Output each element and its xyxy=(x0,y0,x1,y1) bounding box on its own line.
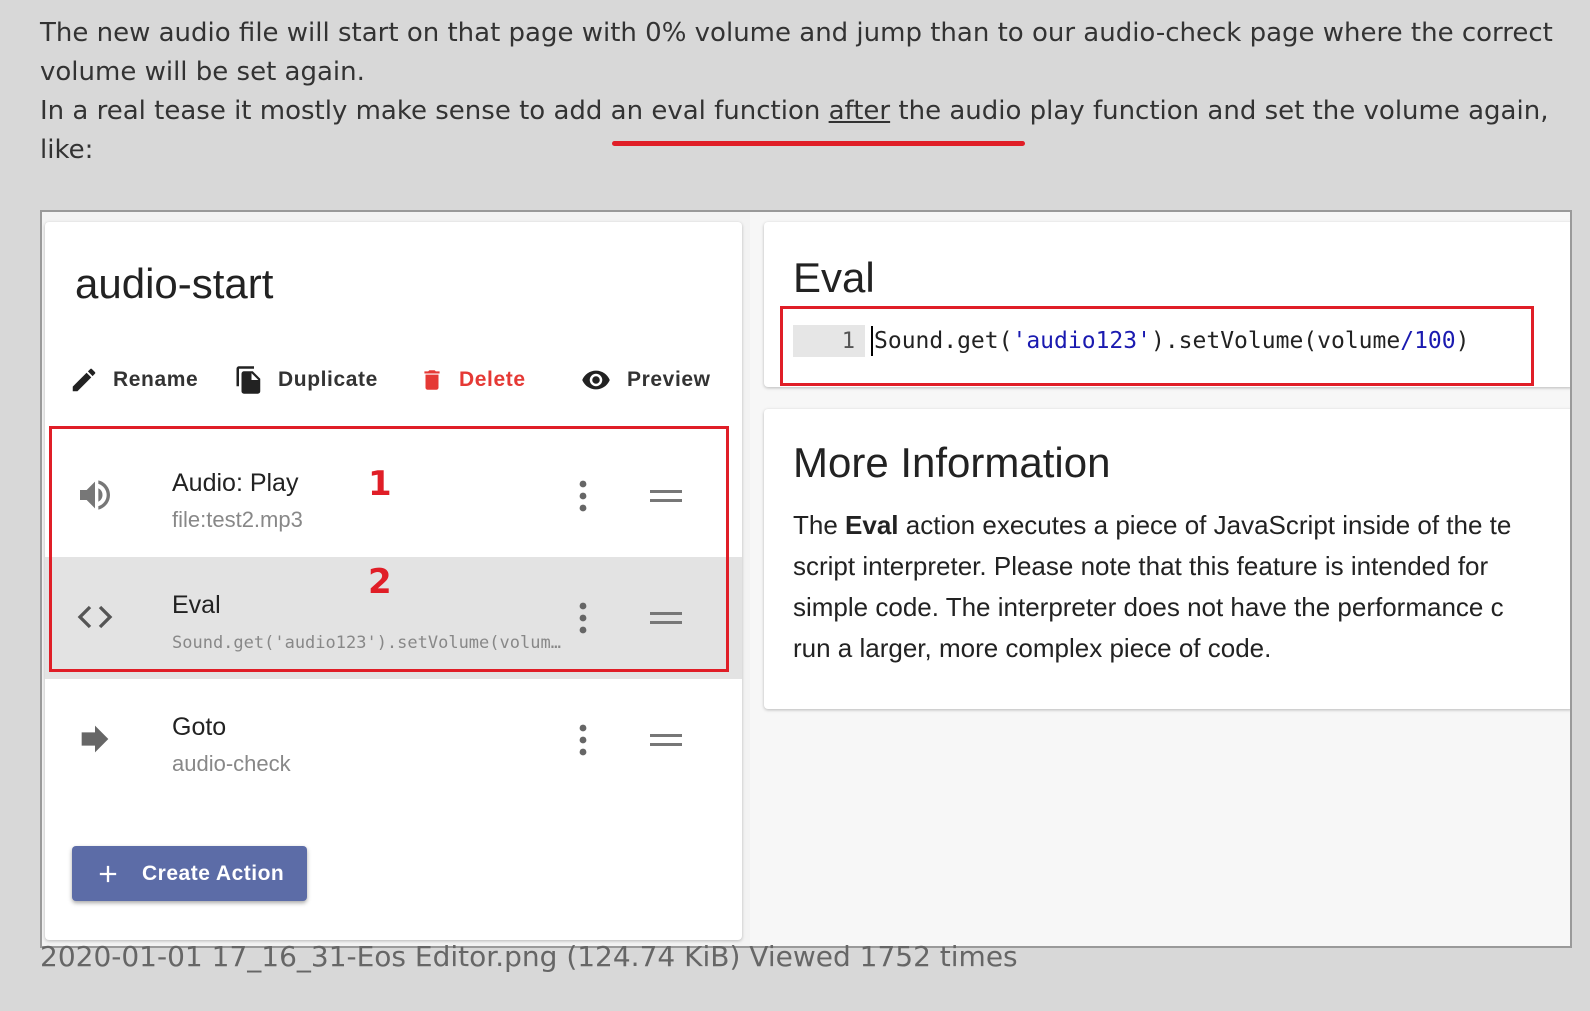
duplicate-button[interactable]: Duplicate xyxy=(234,360,378,400)
drag-handle-icon[interactable] xyxy=(650,729,682,751)
annotation-box-code xyxy=(780,306,1534,386)
info-body: The Eval action executes a piece of Java… xyxy=(793,505,1570,669)
delete-button[interactable]: Delete xyxy=(419,360,526,400)
image-caption: 2020-01-01 17_16_31-Eos Editor.png (124.… xyxy=(40,940,1018,973)
info-line-2: script interpreter. Please note that thi… xyxy=(793,551,1489,581)
annotation-box-actions xyxy=(49,426,729,672)
post-paragraph-1: The new audio file will start on that pa… xyxy=(40,18,1553,87)
action-item-goto[interactable]: Goto audio-check xyxy=(45,679,742,801)
annotation-underline xyxy=(612,141,1025,146)
eval-title: Eval xyxy=(793,254,875,301)
info-title: More Information xyxy=(793,439,1111,486)
more-vert-icon[interactable] xyxy=(573,723,593,757)
preview-button[interactable]: Preview xyxy=(579,360,711,400)
action-title: Goto xyxy=(172,713,227,741)
duplicate-label: Duplicate xyxy=(278,368,378,391)
preview-label: Preview xyxy=(627,368,711,391)
info-bold-eval: Eval xyxy=(845,510,899,540)
page-actions-card: audio-start Rename Duplicate Delete Prev… xyxy=(45,222,742,940)
info-line-3: simple code. The interpreter does not ha… xyxy=(793,592,1504,622)
eval-editor-card: Eval 1 Sound.get('audio123').setVolume(v… xyxy=(764,222,1570,387)
annotation-number-1: 1 xyxy=(368,464,392,504)
info-line-4: run a larger, more complex piece of code… xyxy=(793,633,1272,663)
arrow-forward-icon xyxy=(81,725,109,753)
annotation-number-2: 2 xyxy=(368,562,392,602)
copy-icon xyxy=(236,366,261,394)
rename-button[interactable]: Rename xyxy=(69,360,198,400)
post-text-before: In a real tease it mostly make sense to … xyxy=(40,96,829,126)
trash-icon xyxy=(424,370,440,390)
delete-label: Delete xyxy=(459,368,526,391)
plus-icon xyxy=(99,865,117,882)
post-paragraph-2: In a real tease it mostly make sense to … xyxy=(40,92,1560,170)
create-action-button[interactable]: Create Action xyxy=(72,846,307,901)
info-line-1: The Eval action executes a piece of Java… xyxy=(793,505,1570,546)
rename-label: Rename xyxy=(113,368,199,391)
editor-screenshot: audio-start Rename Duplicate Delete Prev… xyxy=(40,210,1572,948)
page-title: audio-start xyxy=(75,260,274,307)
pencil-icon xyxy=(72,368,96,392)
action-subtitle: audio-check xyxy=(172,751,291,776)
create-action-label: Create Action xyxy=(142,861,285,885)
post-text: The new audio file will start on that pa… xyxy=(40,14,1560,170)
more-information-card: More Information The Eval action execute… xyxy=(764,409,1570,709)
eye-icon xyxy=(582,370,610,390)
info-text: action executes a piece of JavaScript in… xyxy=(898,510,1512,540)
post-emphasis-after: after xyxy=(828,96,891,126)
info-text: The xyxy=(793,510,846,540)
